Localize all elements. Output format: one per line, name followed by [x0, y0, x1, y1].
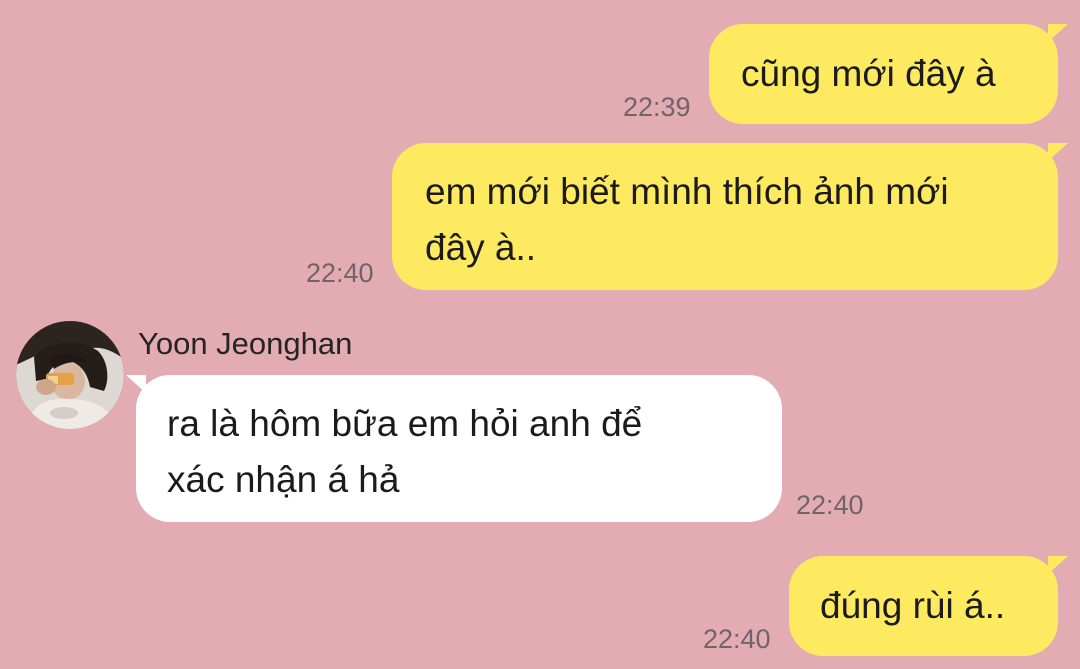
message-text-line: đây à.. — [425, 227, 537, 268]
message-bubble-outgoing[interactable]: cũng mới đây à — [709, 24, 1068, 124]
bubble-tail — [1048, 24, 1068, 42]
message-bubble-incoming[interactable]: ra là hôm bữa em hỏi anh để xác nhận á h… — [126, 375, 782, 522]
message-bubble-outgoing[interactable]: đúng rùi á.. — [789, 556, 1068, 656]
sender-name: Yoon Jeonghan — [138, 326, 353, 361]
message-timestamp: 22:40 — [796, 490, 864, 520]
message-bubble-outgoing[interactable]: em mới biết mình thích ảnh mới đây à.. — [392, 143, 1068, 290]
message-text: cũng mới đây à — [741, 53, 996, 94]
message-text-line: xác nhận á hả — [167, 459, 400, 500]
message-timestamp: 22:39 — [623, 92, 691, 122]
bubble-tail — [1048, 556, 1068, 574]
message-timestamp: 22:40 — [703, 624, 771, 654]
bubble-tail — [126, 375, 146, 393]
chat-thread: cũng mới đây à 22:39 em mới biết mình th… — [0, 0, 1080, 669]
message-text: đúng rùi á.. — [820, 585, 1006, 626]
message-text-line: ra là hôm bữa em hỏi anh để — [167, 403, 643, 444]
message-text-line: em mới biết mình thích ảnh mới — [425, 171, 949, 212]
avatar[interactable] — [16, 321, 124, 429]
profile-photo-icon — [16, 321, 124, 429]
bubble-tail — [1048, 143, 1068, 161]
message-timestamp: 22:40 — [306, 258, 374, 288]
